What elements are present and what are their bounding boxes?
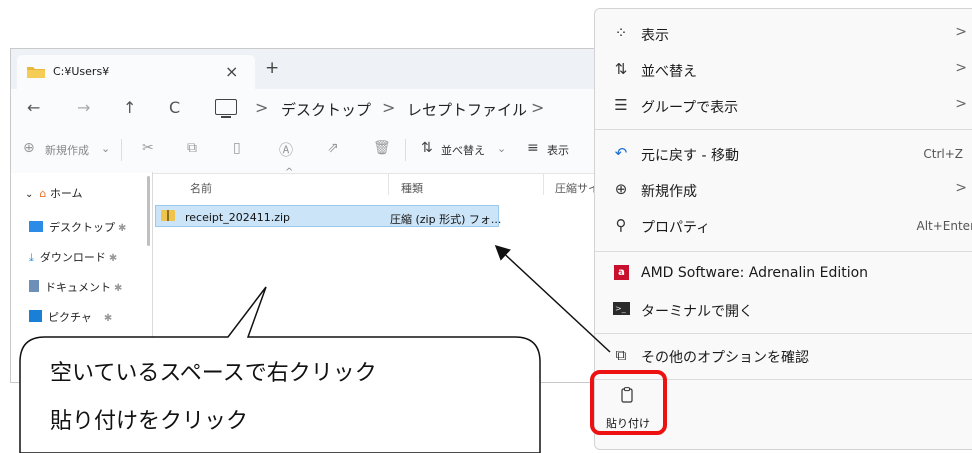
callout-line-2: 貼り付けをクリック	[50, 409, 249, 434]
callout-line-1: 空いているスペースで右クリック	[50, 361, 377, 386]
